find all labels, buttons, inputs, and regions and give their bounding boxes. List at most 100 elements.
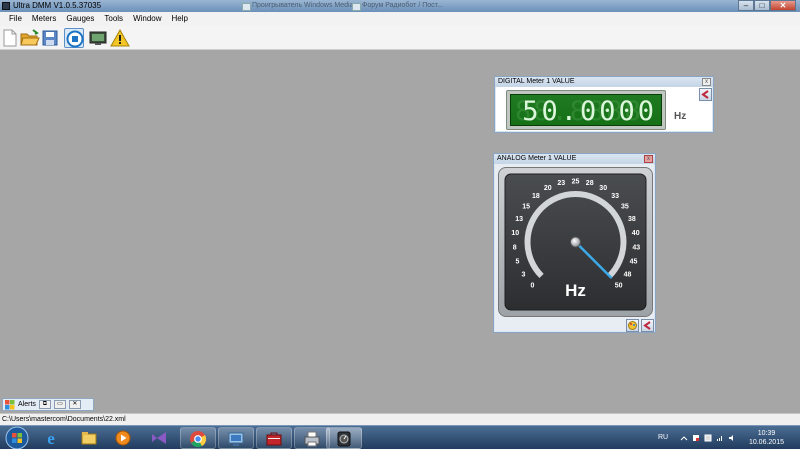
taskbar-visual-studio[interactable] <box>142 427 178 449</box>
gauge-hub <box>570 236 581 248</box>
network-icon[interactable] <box>716 434 724 442</box>
menu-tools[interactable]: Tools <box>99 12 128 26</box>
minimize-button[interactable]: – <box>738 0 754 11</box>
analog-settings-button[interactable] <box>641 319 654 332</box>
gauge-tick-label: 13 <box>515 216 523 223</box>
action-center-icon[interactable] <box>692 434 700 442</box>
background-window-tab[interactable]: Форум Радиобот / Пост... <box>350 0 443 12</box>
menu-window[interactable]: Window <box>128 12 166 26</box>
lcd-value: 50.0000 <box>522 96 657 127</box>
start-button[interactable] <box>1 426 33 449</box>
gauge-tick-label: 45 <box>630 258 638 265</box>
digital-meter-body: 88.8888 50.0000 Hz <box>496 87 712 131</box>
gauge-tick-label: 35 <box>621 204 629 211</box>
stop-icon <box>66 30 84 48</box>
app-icon <box>2 2 10 10</box>
menu-meters[interactable]: Meters <box>27 12 61 26</box>
alerts-maximize-button[interactable]: ▭ <box>53 400 66 409</box>
gauge-tick-label: 48 <box>624 271 632 278</box>
window-title: Ultra DMM V1.0.5.37035 <box>13 1 102 10</box>
palette-icon <box>628 321 637 330</box>
gauge-tick-label: 3 <box>522 271 526 278</box>
close-button[interactable]: ✕ <box>770 0 796 11</box>
gauge-tick-label: 30 <box>599 185 607 192</box>
chrome-icon <box>190 431 207 448</box>
gauge-tick-label: 43 <box>632 244 640 251</box>
taskbar-ultra-dmm[interactable] <box>326 427 362 449</box>
stop-button[interactable] <box>64 28 84 48</box>
warning-button[interactable] <box>110 28 130 48</box>
analog-meter-window[interactable]: ANALOG Meter 1 VALUE x 0 3 5 8 10 13 15 18 20 23 2… <box>493 153 656 333</box>
lcd-frame: 88.8888 50.0000 <box>506 90 666 130</box>
meter-app-icon <box>337 431 351 447</box>
taskbar-ie[interactable]: e <box>34 427 70 449</box>
taskbar-briefcase[interactable] <box>256 427 292 449</box>
new-file-icon <box>3 29 17 47</box>
clock[interactable]: 10:39 10.06.2015 <box>749 429 784 447</box>
gauge-tick-label: 5 <box>516 258 520 265</box>
visual-studio-icon <box>152 432 166 444</box>
ie-icon: e <box>47 429 55 447</box>
gauge-tick-label: 15 <box>522 204 530 211</box>
gauge-tick-label: 28 <box>586 180 594 187</box>
analog-color-button[interactable] <box>626 319 639 332</box>
alerts-restore-button[interactable]: ⧉ <box>38 400 51 409</box>
clock-time: 10:39 <box>757 430 776 437</box>
analog-meter-title: ANALOG Meter 1 VALUE <box>494 154 655 164</box>
window-controls: – □ ✕ <box>738 0 796 12</box>
explorer-icon <box>81 432 97 445</box>
digital-meter-close-button[interactable]: x <box>702 78 711 86</box>
taskbar-explorer[interactable] <box>72 427 108 449</box>
briefcase-icon <box>266 432 282 446</box>
gauge-tick-label: 0 <box>530 283 534 290</box>
save-icon <box>42 30 58 46</box>
digital-settings-button[interactable] <box>699 88 712 101</box>
language-indicator[interactable]: RU <box>658 434 668 441</box>
analog-meter-body: 0 3 5 8 10 13 15 18 20 23 25 28 30 33 35 38 40 43 45 48 50 H… <box>495 164 654 332</box>
back-arrow-icon <box>643 321 651 330</box>
title-bar[interactable]: Ultra DMM V1.0.5.37035 Проигрыватель Win… <box>0 0 800 12</box>
open-button[interactable] <box>20 28 40 48</box>
gauge-tick-label: 50 <box>615 283 623 290</box>
open-folder-icon <box>20 29 40 46</box>
taskbar-printer[interactable] <box>294 427 330 449</box>
monitor-button[interactable] <box>88 28 108 48</box>
start-orb-icon <box>5 426 29 449</box>
menu-bar: File Meters Gauges Tools Window Help <box>0 12 800 26</box>
maximize-button[interactable]: □ <box>754 0 770 11</box>
volume-icon[interactable] <box>728 434 736 442</box>
analog-gauge: 0358101315182023 25 28303335384043454850 H… <box>504 173 647 311</box>
gauge-frame: 0 3 5 8 10 13 15 18 20 23 25 28 30 33 35 38 40 43 45 48 50 H… <box>498 167 653 317</box>
monitor-icon <box>89 31 107 45</box>
device-icon[interactable] <box>704 434 712 442</box>
gauge-tick-label: 8 <box>513 244 517 251</box>
digital-meter-title: DIGITAL Meter 1 VALUE <box>495 77 713 87</box>
menu-file[interactable]: File <box>4 12 27 26</box>
menu-gauges[interactable]: Gauges <box>61 12 99 26</box>
system-tray: RU 10:39 10.06.2015 <box>652 426 800 449</box>
warning-icon <box>110 28 130 47</box>
new-file-button[interactable] <box>0 28 20 48</box>
gauge-unit-label: Hz <box>565 281 586 300</box>
back-arrow-icon <box>701 90 709 99</box>
svg-text:e: e <box>47 429 55 447</box>
taskbar: e RU 10:39 10.06.2015 <box>0 425 800 449</box>
taskbar-chrome[interactable] <box>180 427 216 449</box>
lcd-display: 88.8888 50.0000 <box>510 94 662 127</box>
show-hidden-icons-icon[interactable] <box>680 434 688 442</box>
menu-help[interactable]: Help <box>167 12 193 26</box>
gauge-tick-label: 25 <box>572 179 580 186</box>
gauge-tick-label: 38 <box>628 216 636 223</box>
printer-icon <box>304 431 320 447</box>
background-window-tab[interactable]: Проигрыватель Windows Media <box>240 0 353 12</box>
taskbar-remote-desktop[interactable] <box>218 427 254 449</box>
status-file-path: C:\Users\mastercom\Documents\22.xml <box>2 416 126 423</box>
taskbar-media-player[interactable] <box>106 427 142 449</box>
digital-meter-window[interactable]: DIGITAL Meter 1 VALUE x 88.8888 50.0000 … <box>494 76 714 133</box>
alerts-close-button[interactable]: ✕ <box>68 400 81 409</box>
gauge-tick-label: 18 <box>532 193 540 200</box>
analog-meter-close-button[interactable]: x <box>644 155 653 163</box>
alerts-tab[interactable]: Alerts ⧉ ▭ ✕ <box>2 398 94 411</box>
windows-logo-icon <box>5 399 15 409</box>
save-button[interactable] <box>40 28 60 48</box>
